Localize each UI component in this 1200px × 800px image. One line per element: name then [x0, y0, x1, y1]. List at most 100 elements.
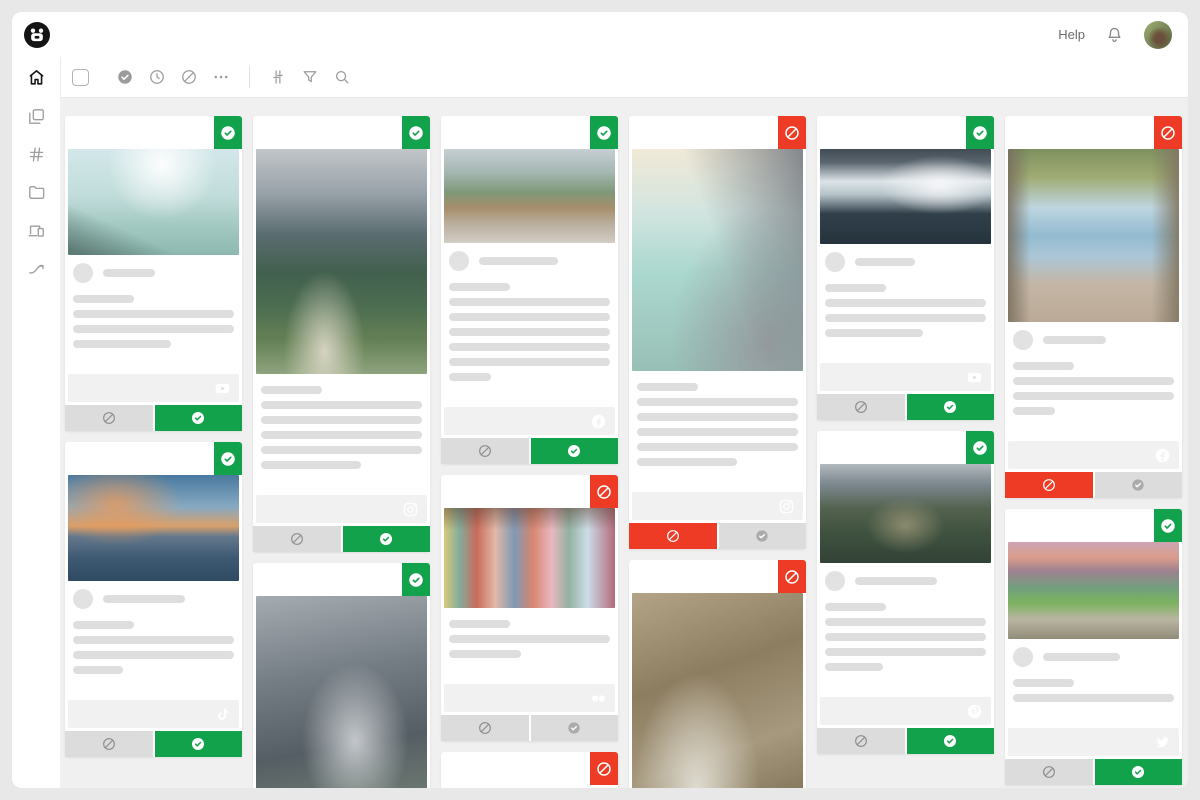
sidebar-item-devices[interactable] [12, 211, 60, 249]
text-title-placeholder [449, 620, 510, 628]
post-image-alpine-village-sunset[interactable] [1008, 542, 1179, 639]
reject-button[interactable] [817, 728, 905, 754]
app-body [12, 57, 1188, 788]
reject-button[interactable] [441, 715, 529, 741]
reject-button[interactable] [629, 523, 717, 549]
toolbar-approved-filter-button[interactable] [116, 68, 134, 86]
text-line-placeholder [261, 431, 422, 439]
post-image-lake-sunrise-pier[interactable] [68, 149, 239, 255]
text-line-placeholder [449, 343, 610, 351]
text-line-placeholder [449, 313, 610, 321]
post-image-sunset-mountain-lake[interactable] [68, 475, 239, 581]
card-body [441, 243, 618, 381]
top-bar: Help [12, 12, 1188, 57]
toolbar-more-actions-button[interactable] [212, 68, 230, 86]
text-line-placeholder [1013, 694, 1174, 702]
sidebar-item-folders[interactable] [12, 173, 60, 211]
approve-button[interactable] [531, 715, 619, 741]
approve-button[interactable] [531, 438, 619, 464]
post-image-clouds-over-lake[interactable] [820, 149, 991, 244]
reject-button[interactable] [253, 526, 341, 552]
moderation-actions [253, 526, 430, 552]
approve-button[interactable] [1095, 759, 1183, 785]
content-card-c2a [253, 116, 430, 552]
approve-button[interactable] [343, 526, 431, 552]
mascot-logo-icon[interactable] [24, 22, 50, 48]
moderation-content [60, 98, 1188, 788]
toolbar-adjustments-button[interactable] [269, 68, 287, 86]
reject-button[interactable] [817, 394, 905, 420]
sidebar [12, 57, 60, 788]
approve-button[interactable] [155, 405, 243, 431]
hashtag-icon [27, 145, 46, 164]
approve-button[interactable] [907, 394, 995, 420]
text-line-placeholder [825, 329, 923, 337]
reject-button[interactable] [1005, 472, 1093, 498]
author-avatar [1013, 647, 1033, 667]
toolbar-rejected-filter-button[interactable] [180, 68, 198, 86]
select-all-checkbox[interactable] [72, 69, 89, 86]
text-line-placeholder [449, 650, 521, 658]
reject-button[interactable] [65, 405, 153, 431]
home-icon [27, 68, 46, 87]
sidebar-item-home[interactable] [12, 57, 60, 97]
platform-strip [444, 407, 615, 435]
approve-button[interactable] [907, 728, 995, 754]
sidebar-item-analytics[interactable] [12, 249, 60, 287]
user-avatar[interactable] [1144, 21, 1172, 49]
author-name-placeholder [103, 269, 155, 277]
card-top [65, 116, 242, 149]
author-row [1013, 647, 1174, 667]
toolbar-pending-filter-button[interactable] [148, 68, 166, 86]
card-top [1005, 116, 1182, 149]
moderation-actions [65, 405, 242, 431]
page-background: { "colors": { "approve_green": "#12a24b"… [0, 0, 1200, 800]
author-avatar [825, 252, 845, 272]
sidebar-item-tags[interactable] [12, 135, 60, 173]
reject-button[interactable] [441, 438, 529, 464]
text-line-placeholder [1013, 407, 1055, 415]
card-body [65, 255, 242, 348]
post-image-goat-on-rocks[interactable] [632, 593, 803, 788]
reject-button[interactable] [1005, 759, 1093, 785]
post-image-colorful-houses[interactable] [444, 508, 615, 608]
author-name-placeholder [855, 577, 937, 585]
author-name-placeholder [1043, 653, 1120, 661]
post-image-cliff-road[interactable] [632, 149, 803, 371]
reject-button[interactable] [65, 731, 153, 757]
approve-button[interactable] [719, 523, 807, 549]
moderation-actions [441, 438, 618, 464]
text-line-placeholder [261, 461, 361, 469]
post-image-cattle-drive[interactable] [444, 149, 615, 243]
card-body [253, 374, 430, 469]
card-body [817, 563, 994, 671]
status-badge-rejected [590, 475, 618, 508]
post-image-lake-promenade-steamboat[interactable] [1008, 149, 1179, 322]
content-card-c3c [441, 752, 618, 788]
toolbar [60, 57, 1188, 98]
toolbar-search-button[interactable] [333, 68, 351, 86]
help-link[interactable]: Help [1058, 27, 1085, 42]
post-image-rocky-cliffs[interactable] [256, 596, 427, 788]
approve-button[interactable] [155, 731, 243, 757]
post-image-mountain-valley-path[interactable] [256, 149, 427, 374]
search-filter-group [262, 68, 358, 86]
card-top [629, 560, 806, 593]
facebook-icon [590, 413, 607, 430]
sidebar-item-collections[interactable] [12, 97, 60, 135]
text-title-placeholder [1013, 362, 1074, 370]
text-title-placeholder [73, 621, 134, 629]
toolbar-filter-button[interactable] [301, 68, 319, 86]
author-avatar [73, 589, 93, 609]
notifications-bell-icon[interactable] [1105, 25, 1124, 44]
author-avatar [449, 251, 469, 271]
status-badge-approved [214, 442, 242, 475]
text-line-placeholder [73, 651, 234, 659]
text-line-placeholder [1013, 377, 1174, 385]
grid-column-3 [441, 116, 618, 788]
text-line-placeholder [637, 443, 798, 451]
post-image-suspension-bridge[interactable] [820, 464, 991, 563]
author-row [73, 263, 234, 283]
approve-button[interactable] [1095, 472, 1183, 498]
status-badge-approved [1154, 509, 1182, 542]
